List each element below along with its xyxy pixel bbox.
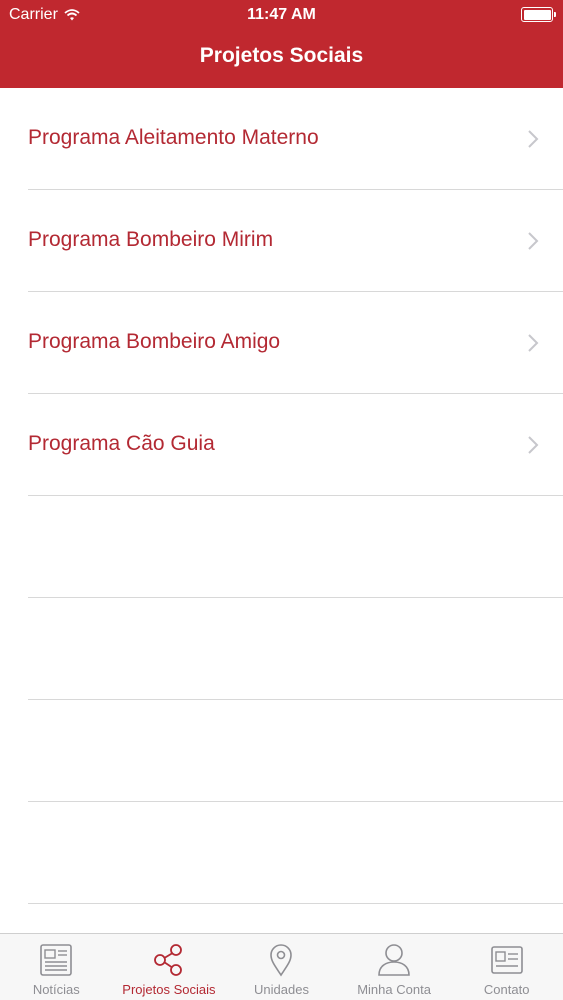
list-item-label: Programa Cão Guia [28,432,215,455]
location-pin-icon [270,944,293,977]
empty-row [28,802,563,904]
list-item[interactable]: Programa Cão Guia [28,394,563,496]
tab-label: Unidades [254,982,309,997]
tab-contato[interactable]: Contato [450,934,563,1000]
empty-row [28,904,563,932]
list-item[interactable]: Programa Bombeiro Mirim [28,190,563,292]
tab-label: Projetos Sociais [122,982,216,997]
navigation-header: Carrier 11:47 AM Projetos Sociais [0,0,563,88]
empty-row [28,496,563,598]
battery-icon [521,7,556,22]
list-item-label: Programa Bombeiro Amigo [28,330,281,353]
list-item[interactable]: Programa Aleitamento Materno [28,88,563,190]
status-time: 11:47 AM [247,6,316,23]
share-icon [153,944,182,976]
empty-row [28,598,563,700]
tab-noticias[interactable]: Notícias [0,934,113,1000]
contact-card-icon [490,946,523,974]
chevron-right-icon [528,436,539,454]
tab-minha-conta[interactable]: Minha Conta [338,934,451,1000]
chevron-right-icon [528,130,539,148]
tab-unidades[interactable]: Unidades [225,934,338,1000]
list-item[interactable]: Programa Bombeiro Amigo [28,292,563,394]
list-item-label: Programa Aleitamento Materno [28,126,319,149]
page-title: Projetos Sociais [199,44,364,67]
empty-row [28,700,563,802]
status-bar: Carrier 11:47 AM [0,0,563,30]
program-list: Programa Aleitamento Materno Programa Bo… [0,88,563,932]
list-item-label: Programa Bombeiro Mirim [28,228,274,251]
newspaper-icon [40,944,73,976]
tab-label: Notícias [32,982,80,997]
tab-bar: Notícias Projetos Sociais Unidades Minha… [0,933,563,1000]
person-icon [378,944,410,976]
tab-label: Minha Conta [357,982,431,997]
tab-projetos-sociais[interactable]: Projetos Sociais [113,934,226,1000]
chevron-right-icon [528,232,539,250]
chevron-right-icon [528,334,539,352]
tab-label: Contato [483,982,530,997]
